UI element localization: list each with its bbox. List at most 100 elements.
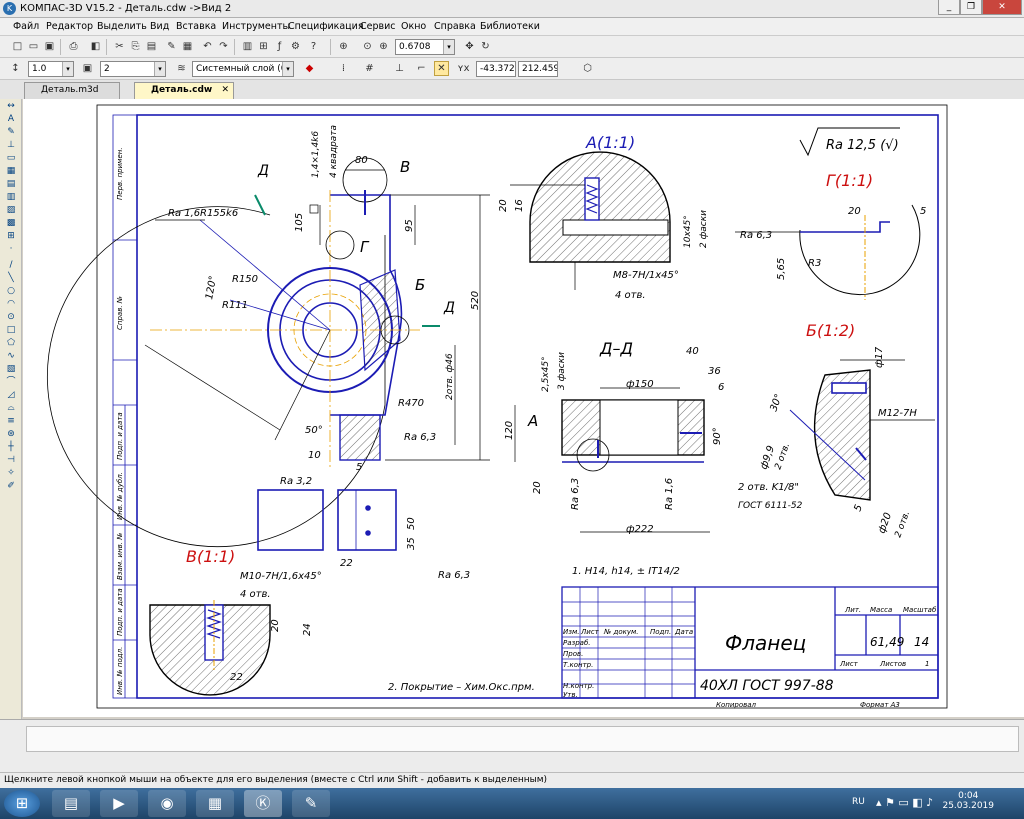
- hatch-icon[interactable]: ▧: [5, 364, 17, 375]
- segment-icon[interactable]: ╲: [5, 273, 17, 284]
- coord-x-field[interactable]: -43.3723: [476, 61, 516, 77]
- zoom-in-icon[interactable]: ⊕: [376, 39, 391, 54]
- variables-icon[interactable]: ƒ: [272, 39, 287, 54]
- ortho-icon[interactable]: ⌐: [414, 61, 429, 76]
- nurbs-icon[interactable]: ✧: [5, 468, 17, 479]
- reports-icon[interactable]: ▥: [5, 192, 17, 203]
- point-icon[interactable]: ·: [5, 244, 17, 255]
- preview-icon[interactable]: ◧: [88, 39, 103, 54]
- menu-insert[interactable]: Вставка: [176, 21, 216, 32]
- coord-y-field[interactable]: 212.4595: [518, 61, 558, 77]
- table-icon[interactable]: ⊞: [5, 231, 17, 242]
- equidistant-icon[interactable]: ≡: [5, 416, 17, 427]
- menu-help[interactable]: Справка: [434, 21, 476, 32]
- print-icon[interactable]: ⎙: [66, 39, 81, 54]
- chevron-down-icon[interactable]: ▾: [282, 62, 293, 76]
- winrar-icon[interactable]: ▦: [196, 790, 234, 817]
- pan-icon[interactable]: ✥: [462, 39, 477, 54]
- drawing-svg[interactable]: Перв. примен. Справ. № Подп. и дата Инв.…: [23, 99, 1024, 717]
- cut-icon[interactable]: ✂: [112, 39, 127, 54]
- tree-icon[interactable]: ⊞: [256, 39, 271, 54]
- edit-icon[interactable]: ✎: [5, 127, 17, 138]
- rectangle-icon[interactable]: □: [5, 325, 17, 336]
- properties-icon[interactable]: ✎: [164, 39, 179, 54]
- grid-icon[interactable]: #: [362, 61, 377, 76]
- tab-model[interactable]: Деталь.m3d: [24, 82, 120, 99]
- axis-icon[interactable]: ┼: [5, 442, 17, 453]
- menu-specification[interactable]: Спецификация: [288, 21, 364, 32]
- kompas-icon[interactable]: Ⓚ: [244, 790, 282, 817]
- view-icon[interactable]: ▣: [80, 61, 95, 76]
- paste-icon[interactable]: ▤: [144, 39, 159, 54]
- dimensions-icon[interactable]: ↔: [5, 101, 17, 112]
- menu-tools[interactable]: Инструменты: [222, 21, 290, 32]
- copy-icon[interactable]: ⎘: [128, 39, 143, 54]
- trim-icon[interactable]: ⊣: [5, 455, 17, 466]
- chrome-icon[interactable]: ◉: [148, 790, 186, 817]
- zoom-all-icon[interactable]: ⊙: [360, 39, 375, 54]
- menu-libraries[interactable]: Библиотеки: [480, 21, 540, 32]
- snap-icon[interactable]: ⁞: [336, 61, 351, 76]
- insert-icon[interactable]: ▨: [5, 205, 17, 216]
- cursor-mode-icon[interactable]: ⬡: [580, 61, 595, 76]
- help-pointer-icon[interactable]: ?: [306, 39, 321, 54]
- select-icon[interactable]: ▦: [5, 166, 17, 177]
- new-file-icon[interactable]: □: [10, 39, 25, 54]
- ellipse-icon[interactable]: ⊙: [5, 312, 17, 323]
- parametrize-icon[interactable]: ⊥: [5, 140, 17, 151]
- chevron-down-icon[interactable]: ▾: [154, 62, 165, 76]
- layer-color-icon[interactable]: ◆: [302, 61, 317, 76]
- properties-field[interactable]: [26, 726, 1019, 752]
- notation-icon[interactable]: A: [5, 114, 17, 125]
- undo-icon[interactable]: ↶: [200, 39, 215, 54]
- minimize-button[interactable]: _: [938, 0, 960, 15]
- clock[interactable]: 0:04 25.03.2019: [942, 791, 994, 811]
- step-icon[interactable]: ↕: [8, 61, 23, 76]
- measure-icon[interactable]: ▭: [5, 153, 17, 164]
- menu-file[interactable]: Файл: [13, 21, 39, 32]
- local-cs-icon[interactable]: ⊥: [392, 61, 407, 76]
- start-button[interactable]: ⊞: [4, 790, 40, 817]
- menu-select[interactable]: Выделить: [97, 21, 147, 32]
- contour-icon[interactable]: ⌓: [5, 403, 17, 414]
- language-indicator[interactable]: RU: [852, 797, 865, 807]
- close-icon[interactable]: ✕: [221, 83, 229, 98]
- library-icon[interactable]: ⚙: [288, 39, 303, 54]
- pen-icon[interactable]: ✐: [5, 481, 17, 492]
- view-field[interactable]: 2 ▾: [100, 61, 166, 77]
- chevron-down-icon[interactable]: ▾: [443, 40, 454, 54]
- manager-icon[interactable]: ▥: [240, 39, 255, 54]
- polygon-icon[interactable]: ⬠: [5, 338, 17, 349]
- zoom-window-icon[interactable]: ⊕: [336, 39, 351, 54]
- tray-icons[interactable]: ▴ ⚑ ▭ ◧ ♪: [876, 796, 933, 809]
- spline-icon[interactable]: ∿: [5, 351, 17, 362]
- open-file-icon[interactable]: ▭: [26, 39, 41, 54]
- tab-drawing[interactable]: Деталь.cdw ✕: [134, 82, 234, 99]
- paint-icon[interactable]: ✎: [292, 790, 330, 817]
- table-icon[interactable]: ▦: [180, 39, 195, 54]
- fragment-icon[interactable]: ▩: [5, 218, 17, 229]
- collection-icon[interactable]: ⊛: [5, 429, 17, 440]
- drawing-canvas[interactable]: Перв. примен. Справ. № Подп. и дата Инв.…: [23, 99, 1024, 717]
- explorer-icon[interactable]: ▤: [52, 790, 90, 817]
- media-player-icon[interactable]: ▶: [100, 790, 138, 817]
- arc-icon[interactable]: ◠: [5, 299, 17, 310]
- cursor-icon[interactable]: ✕: [434, 61, 449, 76]
- zoom-field[interactable]: 0.6708 ▾: [395, 39, 455, 55]
- scale-field[interactable]: 1.0 ▾: [28, 61, 74, 77]
- close-button[interactable]: ✕: [982, 0, 1022, 15]
- restore-button[interactable]: ❐: [960, 0, 982, 15]
- save-icon[interactable]: ▣: [42, 39, 57, 54]
- chamfer-icon[interactable]: ◿: [5, 390, 17, 401]
- circle-icon[interactable]: ○: [5, 286, 17, 297]
- menu-edit[interactable]: Редактор: [46, 21, 93, 32]
- menu-view[interactable]: Вид: [150, 21, 169, 32]
- fillet-icon[interactable]: ⌒: [5, 377, 17, 388]
- layer-icon[interactable]: ≋: [174, 61, 189, 76]
- menu-service[interactable]: Сервис: [360, 21, 396, 32]
- layer-field[interactable]: Системный слой (0) ▾: [192, 61, 294, 77]
- redo-icon[interactable]: ↷: [216, 39, 231, 54]
- chevron-down-icon[interactable]: ▾: [62, 62, 73, 76]
- menu-window[interactable]: Окно: [401, 21, 426, 32]
- auxiliary-line-icon[interactable]: /: [5, 260, 17, 271]
